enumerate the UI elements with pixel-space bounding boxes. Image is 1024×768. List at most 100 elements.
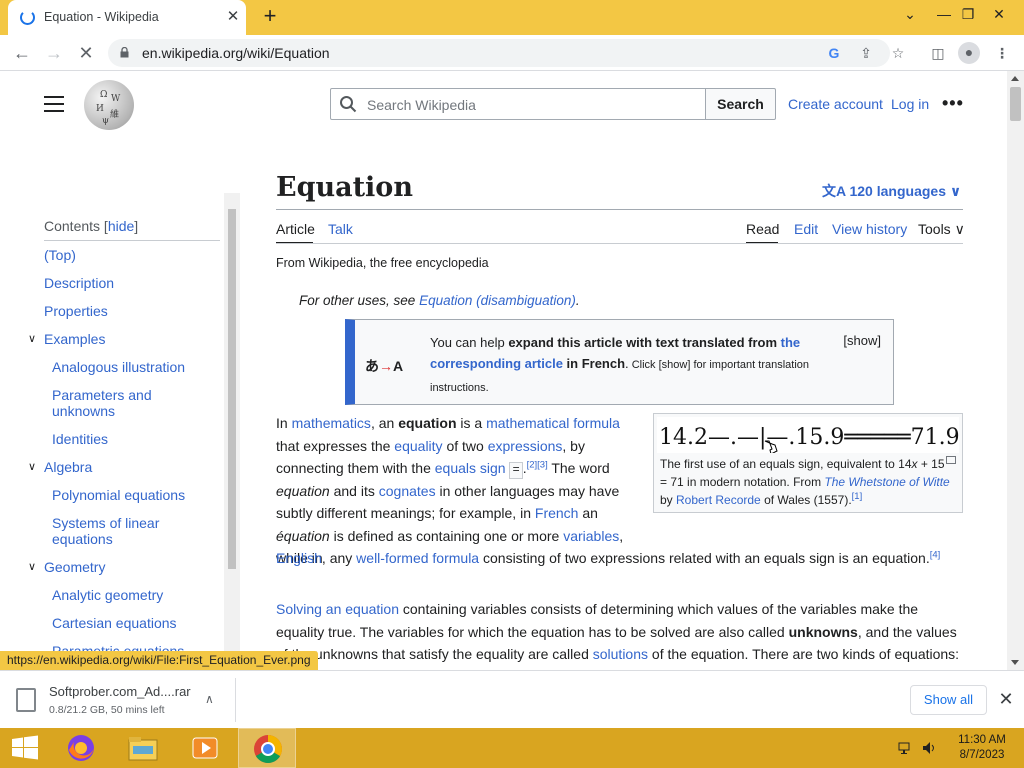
volume-icon[interactable]	[921, 740, 937, 756]
toc-item-geometry[interactable]: Geometry	[44, 559, 105, 575]
toc-item-algebra[interactable]: Algebra	[44, 459, 92, 475]
windows-logo-icon	[12, 735, 38, 760]
profile-avatar-icon[interactable]: ●	[958, 42, 980, 64]
close-window-icon[interactable]: ✕	[990, 3, 1008, 25]
toc-item-analogous-illustration[interactable]: Analogous illustration	[52, 359, 185, 375]
tab-article[interactable]: Article	[276, 221, 315, 237]
mathematical-formula-link[interactable]: mathematical formula	[486, 415, 620, 431]
browser-toolbar: ← → ✕ en.wikipedia.org/wiki/Equation G ⇪…	[0, 35, 1024, 71]
enlarge-icon[interactable]	[946, 456, 956, 464]
intro-paragraph: In mathematics, an equation is a mathema…	[276, 415, 624, 566]
toc-item-top[interactable]: (Top)	[44, 247, 76, 263]
toc-item-cartesian-equations[interactable]: Cartesian equations	[52, 615, 177, 631]
create-account-link[interactable]: Create account	[788, 96, 883, 112]
site-subtitle: From Wikipedia, the free encyclopedia	[276, 256, 489, 270]
chevron-up-icon[interactable]: ∧	[205, 692, 214, 706]
search-button[interactable]: Search	[705, 88, 776, 120]
reference-link[interactable]: [2][3]	[527, 459, 548, 470]
first-equation-image[interactable]: 14.2—.—|—.15.9═════71.9.	[657, 417, 967, 455]
hatnote: For other uses, see Equation (disambigua…	[299, 293, 580, 308]
file-icon	[16, 688, 36, 712]
solutions-link[interactable]: solutions	[593, 646, 648, 662]
clock-date: 8/7/2023	[959, 749, 1005, 761]
more-options-icon[interactable]: •••	[942, 94, 964, 112]
page-scrollbar-thumb[interactable]	[1010, 87, 1021, 121]
toc-item-analytic-geometry[interactable]: Analytic geometry	[52, 587, 163, 603]
equality-link[interactable]: equality	[394, 438, 442, 454]
scroll-up-arrow-icon[interactable]	[1011, 76, 1019, 81]
disambiguation-link[interactable]: Equation (disambiguation)	[419, 293, 576, 308]
toc-expand-chevron-icon[interactable]: ∨	[28, 561, 40, 573]
whetstone-of-witte-link[interactable]: The Whetstone of Witte	[824, 475, 949, 489]
address-bar[interactable]: en.wikipedia.org/wiki/Equation G ⇪ ☆	[108, 39, 904, 67]
url-text: en.wikipedia.org/wiki/Equation	[142, 45, 330, 61]
stop-loading-icon[interactable]: ✕	[74, 41, 98, 65]
wikipedia-logo[interactable]: ΩW И維 ψ	[84, 80, 134, 130]
main-menu-icon[interactable]	[44, 96, 64, 112]
toc-item-identities[interactable]: Identities	[52, 431, 108, 447]
bookmark-star-icon[interactable]: ☆	[888, 43, 908, 63]
toc-expand-chevron-icon[interactable]: ∨	[28, 333, 40, 345]
robert-recorde-link[interactable]: Robert Recorde	[676, 493, 761, 507]
chrome-menu-icon[interactable]: ⋮	[992, 43, 1012, 63]
english-link[interactable]: English	[276, 550, 322, 566]
toc-expand-chevron-icon[interactable]: ∨	[28, 461, 40, 473]
tab-edit[interactable]: Edit	[794, 221, 818, 237]
cognates-link[interactable]: cognates	[379, 483, 436, 499]
firefox-taskbar-icon[interactable]	[52, 728, 110, 768]
show-toggle-link[interactable]: [show]	[843, 333, 881, 348]
download-filename[interactable]: Softprober.com_Ad....rar	[49, 684, 191, 699]
equals-sign-link[interactable]: equals sign	[435, 460, 506, 476]
toc-item-systems-of-linear-equations[interactable]: Systems of linear equations	[52, 515, 202, 547]
new-tab-button[interactable]: +	[259, 5, 281, 29]
system-clock[interactable]: 11:30 AM 8/7/2023	[950, 733, 1014, 763]
variables-link[interactable]: variables	[563, 528, 619, 544]
scroll-down-arrow-icon[interactable]	[1011, 660, 1019, 665]
chrome-taskbar-icon[interactable]	[238, 728, 296, 768]
toc-hide-link[interactable]: hide	[108, 218, 134, 234]
svg-text:14.2—.—|—.15.9═════71.9.: 14.2—.—|—.15.9═════71.9.	[659, 425, 959, 450]
toc-heading: Contents [hide]	[44, 218, 139, 234]
close-shelf-icon[interactable]: ✕	[997, 689, 1015, 709]
toc-item-properties[interactable]: Properties	[44, 303, 108, 319]
toc-item-description[interactable]: Description	[44, 275, 114, 291]
tools-menu[interactable]: Tools ∨	[918, 221, 965, 238]
browser-tab[interactable]: Equation - Wikipedia ✕	[8, 0, 246, 35]
search-icon	[340, 96, 357, 113]
tab-talk[interactable]: Talk	[328, 221, 353, 237]
file-explorer-taskbar-icon[interactable]	[114, 728, 172, 768]
toc-item-parameters-and-unknowns[interactable]: Parameters and unknowns	[52, 387, 202, 419]
side-panel-icon[interactable]: ◫	[928, 43, 948, 63]
language-selector-button[interactable]: 文A 120 languages ∨	[822, 181, 961, 201]
well-formed-formula-link[interactable]: well-formed formula	[356, 550, 479, 566]
french-link[interactable]: French	[535, 505, 579, 521]
tab-close-icon[interactable]: ✕	[224, 8, 242, 26]
toc-item-polynomial-equations[interactable]: Polynomial equations	[52, 487, 185, 503]
forward-arrow-icon[interactable]: →	[42, 41, 66, 65]
search-input[interactable]	[367, 95, 687, 115]
start-button[interactable]	[0, 728, 58, 768]
show-all-downloads-button[interactable]: Show all	[910, 685, 987, 715]
media-player-taskbar-icon[interactable]	[176, 728, 234, 768]
search-box[interactable]	[330, 88, 706, 120]
minimize-window-icon[interactable]: —	[936, 3, 952, 25]
restore-window-icon[interactable]: ❐	[959, 3, 977, 25]
google-lens-icon[interactable]: G	[824, 43, 844, 63]
share-icon[interactable]: ⇪	[856, 43, 876, 63]
reference-link[interactable]: [4]	[930, 549, 941, 560]
toc-scrollbar-thumb[interactable]	[228, 209, 236, 569]
expressions-link[interactable]: expressions	[488, 438, 563, 454]
back-arrow-icon[interactable]: ←	[10, 41, 34, 65]
reference-link[interactable]: [1]	[852, 491, 863, 502]
mathematics-link[interactable]: mathematics	[292, 415, 371, 431]
network-icon[interactable]	[898, 740, 914, 756]
tab-view-history[interactable]: View history	[832, 221, 907, 237]
log-in-link[interactable]: Log in	[891, 96, 929, 112]
page-scrollbar[interactable]	[1007, 71, 1024, 670]
toc-item-examples[interactable]: Examples	[44, 331, 105, 347]
toc-scrollbar[interactable]	[224, 193, 240, 658]
table-of-contents: Contents [hide] (Top) Description Proper…	[28, 190, 240, 658]
tab-read[interactable]: Read	[746, 221, 779, 237]
solving-an-equation-link[interactable]: Solving an equation	[276, 601, 399, 617]
tab-search-chevron-icon[interactable]: ⌄	[902, 3, 918, 25]
